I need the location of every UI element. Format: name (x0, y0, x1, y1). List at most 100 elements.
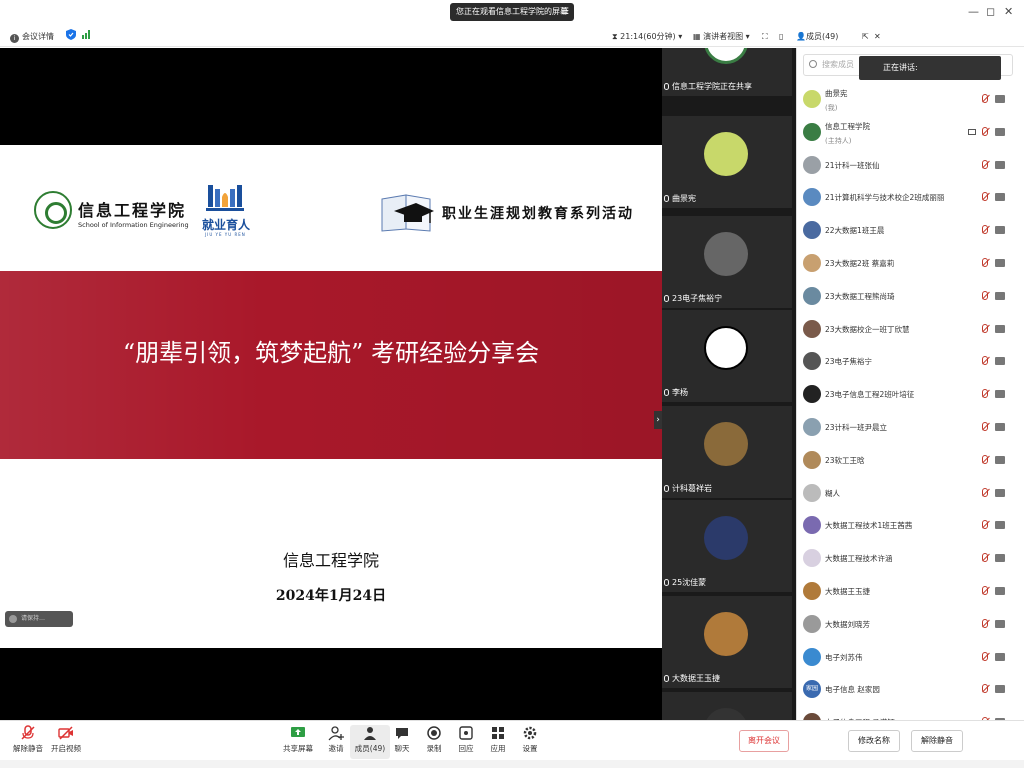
minimize-button[interactable]: — (968, 5, 979, 18)
mic-muted-icon[interactable] (982, 323, 988, 333)
participant-row[interactable]: 23电子焦裕宁 (797, 346, 1024, 379)
mic-muted-icon[interactable] (982, 225, 988, 235)
participants-tab-label: 成员(49) (805, 32, 839, 41)
participant-row[interactable]: 大数据工程技术1班王茜茜 (797, 510, 1024, 543)
camera-off-icon[interactable] (995, 422, 1005, 431)
participant-row[interactable]: 曲景宪 (我) (797, 84, 1024, 117)
mic-muted-icon[interactable] (982, 356, 988, 366)
avatar (704, 48, 748, 64)
reactions-icon (459, 726, 473, 740)
maximize-button[interactable]: ◻ (986, 5, 995, 18)
participant-row[interactable]: 信息工程学院 (主持人) (797, 117, 1024, 150)
mic-muted-icon[interactable] (982, 651, 988, 661)
camera-off-icon[interactable] (995, 324, 1005, 333)
camera-off-icon[interactable] (995, 521, 1005, 530)
video-tile[interactable]: 25沈佳蒙 (662, 500, 792, 592)
participant-row[interactable]: 大数据刘晓芳 (797, 609, 1024, 642)
camera-off-icon[interactable] (995, 95, 1005, 103)
popout-icon[interactable]: ⇱ (862, 29, 869, 44)
camera-off-icon[interactable] (995, 357, 1005, 366)
camera-off-icon[interactable] (995, 160, 1005, 169)
mic-muted-icon[interactable] (982, 192, 988, 202)
participant-row[interactable]: 大数据工程技术许涵 (797, 543, 1024, 576)
camera-off-icon[interactable] (995, 226, 1005, 235)
mic-muted-icon[interactable] (982, 389, 988, 399)
close-button[interactable]: ✕ (1004, 5, 1013, 18)
participant-row[interactable]: 21计科一班张仙 (797, 150, 1024, 183)
camera-off-icon[interactable] (995, 258, 1005, 267)
start-video-button[interactable]: 开启视频 (46, 725, 86, 754)
settings-button[interactable]: 设置 (510, 725, 550, 754)
camera-off-icon[interactable] (995, 127, 1005, 136)
participant-row[interactable]: 电子刘苏伟 (797, 642, 1024, 675)
meeting-details-button[interactable]: i 会议详情 (10, 29, 54, 44)
video-tile[interactable]: 曲景宪 (662, 116, 792, 208)
signal-icon[interactable] (82, 29, 92, 44)
camera-off-icon[interactable] (995, 455, 1005, 464)
camera-off-icon[interactable] (995, 554, 1005, 563)
participant-row[interactable]: 23软工王晗 (797, 445, 1024, 478)
collapse-arrow-icon[interactable]: › (654, 411, 662, 429)
fullscreen-icon[interactable]: ⛶ (762, 29, 768, 44)
mic-muted-icon[interactable] (982, 618, 988, 628)
camera-off-icon[interactable] (995, 586, 1005, 595)
apps-icon (492, 727, 504, 739)
unmute-all-button[interactable]: 解除静音 (911, 730, 963, 752)
camera-off-icon[interactable] (995, 652, 1005, 661)
camera-off-icon[interactable] (995, 488, 1005, 497)
share-screen-button[interactable]: 共享屏幕 (278, 725, 318, 754)
unmute-button[interactable]: 解除静音 (8, 725, 48, 754)
camera-off-icon[interactable] (995, 390, 1005, 399)
mic-muted-icon[interactable] (982, 553, 988, 563)
mic-muted-icon[interactable] (982, 290, 988, 300)
camera-off-icon[interactable] (995, 619, 1005, 628)
video-tile[interactable] (662, 692, 792, 720)
view-mode-dropdown[interactable]: ▦ 演讲者视图 ▾ (693, 29, 750, 44)
participant-row[interactable]: 21计算机科学与技术校企2班成丽丽 (797, 182, 1024, 215)
avatar (803, 385, 821, 404)
mic-muted-icon[interactable] (982, 487, 988, 497)
camera-off-icon[interactable] (995, 685, 1005, 694)
avatar (803, 319, 821, 338)
view-mode-label: 演讲者视图 (703, 32, 744, 41)
rename-button[interactable]: 修改名称 (848, 730, 900, 752)
mic-muted-icon[interactable] (982, 421, 988, 431)
mini-notification[interactable]: 请保持… (5, 611, 73, 627)
security-shield-icon[interactable] (66, 29, 76, 44)
camera-off-icon[interactable] (995, 193, 1005, 202)
video-tile[interactable]: 大数据王玉捷 (662, 596, 792, 688)
participant-row[interactable]: 23电子信息工程2班叶培征 (797, 379, 1024, 412)
participant-name: 23电子焦裕宁 (825, 357, 873, 367)
participant-row[interactable]: 23大数据2班 蔡嘉莉 (797, 248, 1024, 281)
participant-row[interactable]: 大数据王玉捷 (797, 576, 1024, 609)
participant-row[interactable]: 23大数据工程熊尚琦 (797, 281, 1024, 314)
video-tile[interactable]: 23电子焦裕宁 (662, 216, 792, 308)
menu-icon[interactable]: ☰ (561, 3, 569, 21)
video-tile[interactable]: 信息工程学院正在共享 (662, 48, 792, 96)
mic-muted-icon[interactable] (982, 585, 988, 595)
mic-muted-icon[interactable] (982, 94, 988, 103)
close-panel-icon[interactable]: ✕ (874, 29, 881, 44)
avatar (803, 450, 821, 469)
share-banner[interactable]: 您正在观看信息工程学院的屏幕 ☰ (450, 3, 574, 21)
meeting-timer[interactable]: ⧗ 21:14(60分钟) ▾ (612, 29, 682, 44)
video-tile[interactable]: 李杨 (662, 310, 792, 402)
camera-off-icon[interactable] (995, 291, 1005, 300)
mic-muted-icon[interactable] (982, 454, 988, 464)
participant-row[interactable]: 糊人 (797, 478, 1024, 511)
leave-meeting-button[interactable]: 离开会议 (739, 730, 789, 752)
mic-muted-icon[interactable] (982, 520, 988, 530)
participant-row[interactable]: 23计科一班尹晨立 (797, 412, 1024, 445)
mic-muted-icon[interactable] (982, 257, 988, 267)
participant-row[interactable]: 家园 电子信息 赵家园 (797, 674, 1024, 707)
mic-muted-icon[interactable] (982, 159, 988, 169)
participants-tab[interactable]: 👤成员(49) (796, 29, 838, 44)
sidebar-toggle-icon[interactable]: ▯ (779, 29, 783, 44)
participant-row[interactable]: 23大数据校企一班丁欣慧 (797, 314, 1024, 347)
mic-muted-icon[interactable] (982, 126, 988, 136)
mic-muted-icon[interactable] (982, 684, 988, 694)
avatar (704, 232, 748, 276)
avatar (803, 647, 821, 666)
participant-row[interactable]: 22大数据1班王晨 (797, 215, 1024, 248)
video-tile[interactable]: 计科葛祥岩 (662, 406, 792, 498)
